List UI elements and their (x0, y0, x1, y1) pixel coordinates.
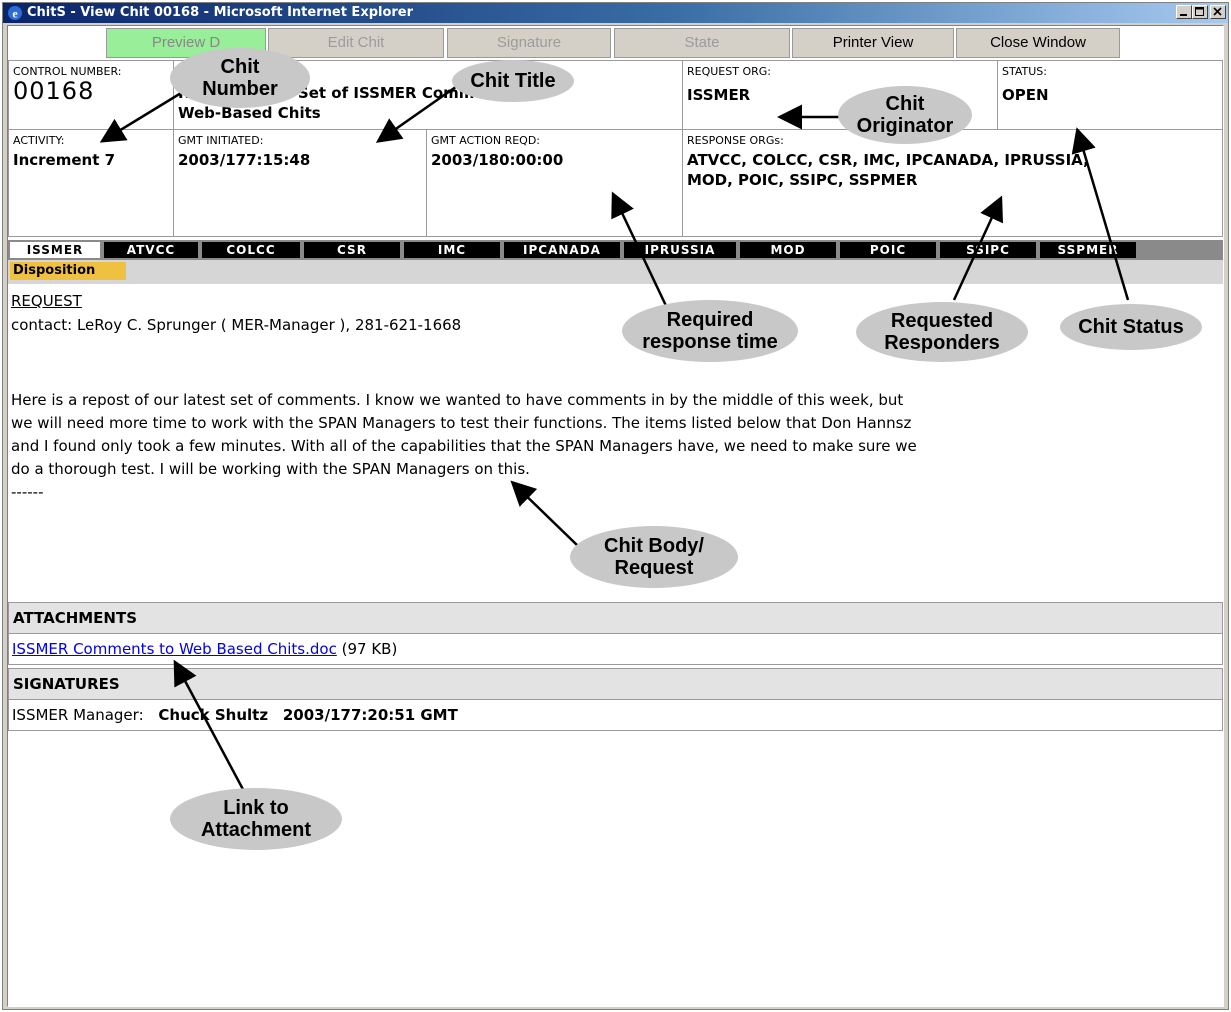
callout-link-to-attachment: Link to Attachment (170, 788, 342, 850)
arrow-chit-title (375, 82, 461, 143)
arrow-chit-status (1071, 127, 1130, 301)
callout-chit-title: Chit Title (452, 60, 574, 102)
callout-requested-responders: Requested Responders (856, 302, 1028, 362)
callout-chit-number: Chit Number (170, 48, 310, 108)
callout-chit-body: Chit Body/Request (570, 526, 738, 588)
arrow-chit-body (510, 480, 579, 547)
arrow-requested-responders (952, 195, 1003, 301)
callout-chit-status: Chit Status (1060, 304, 1202, 350)
arrow-response-time (611, 191, 670, 311)
arrow-attachment-link (173, 659, 248, 796)
annotation-arrows (99, 82, 1130, 796)
arrow-chit-number (99, 88, 187, 143)
callout-chit-originator: Chit Originator (838, 86, 972, 144)
callout-required-response-time: Required response time (622, 300, 798, 362)
